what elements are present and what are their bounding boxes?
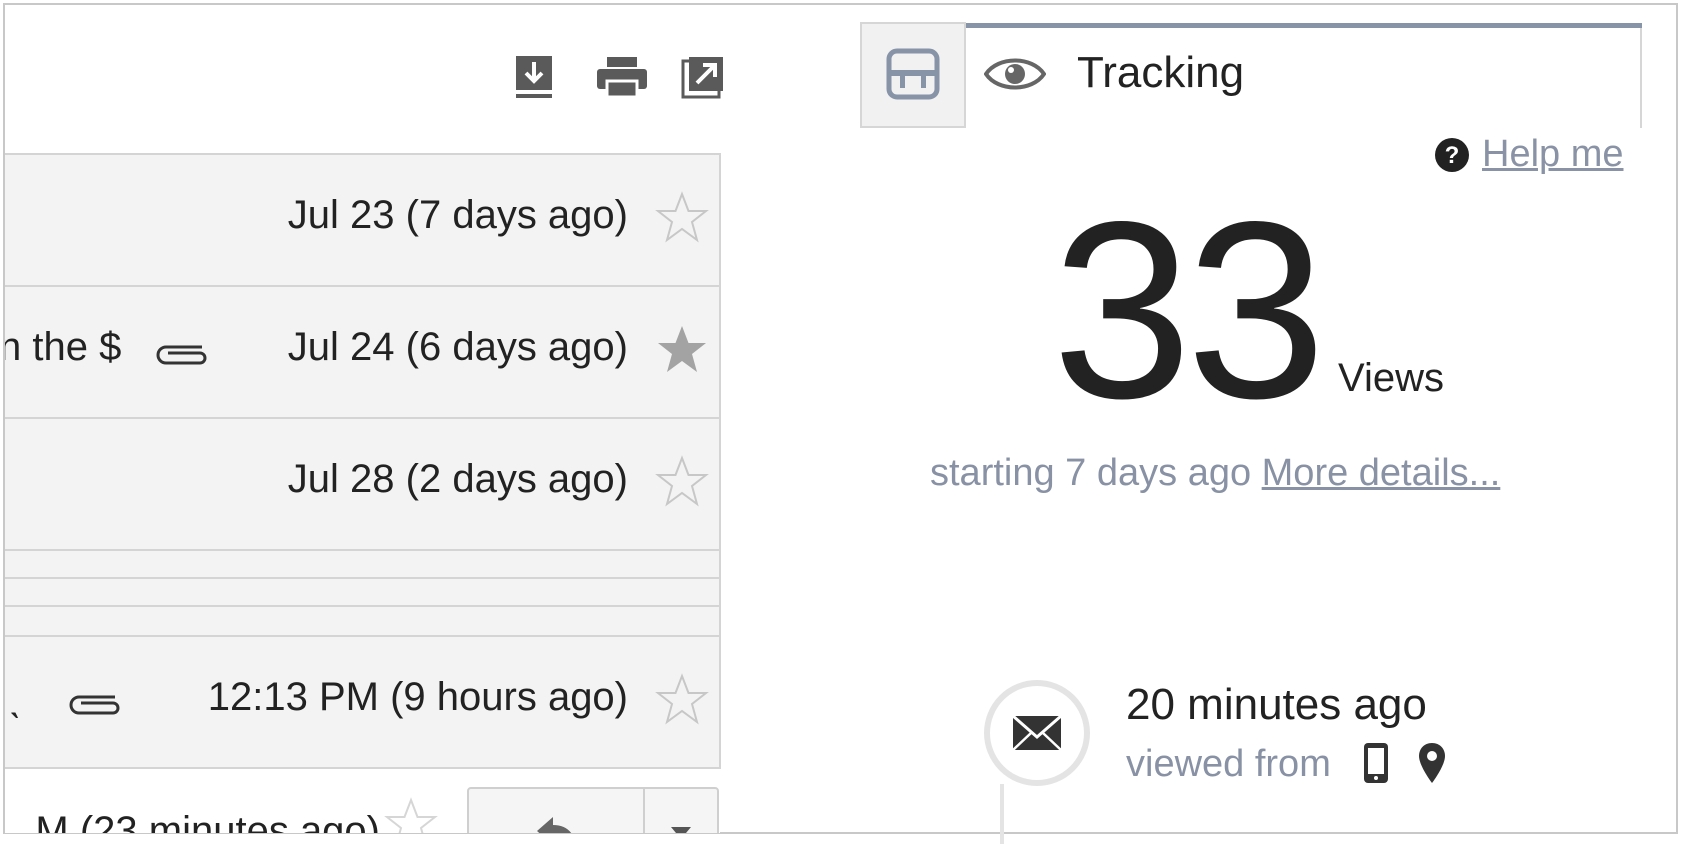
tab-tracking[interactable] — [983, 52, 1047, 101]
since-text: starting 7 days ago More details... — [930, 452, 1500, 495]
svg-text:?: ? — [1445, 142, 1460, 169]
message-row[interactable]: Jul 28 (2 days ago) — [5, 417, 720, 549]
view-count: 33 — [1052, 170, 1326, 451]
star-empty-icon[interactable] — [384, 797, 438, 833]
message-date: M (23 minutes ago) — [35, 809, 380, 833]
event-time: 20 minutes ago — [1126, 680, 1427, 729]
mobile-phone-icon — [1364, 743, 1389, 783]
envelope-icon — [1012, 715, 1062, 751]
chevron-down-icon — [671, 827, 691, 833]
streak-box-icon — [886, 48, 940, 100]
reply-button[interactable] — [469, 789, 643, 833]
since-label: starting 7 days ago — [930, 452, 1252, 494]
message-snippet: ˎ — [9, 675, 23, 719]
more-details-link[interactable]: More details... — [1262, 452, 1501, 494]
message-thread: Jul 23 (7 days ago) n the $ Jul 24 (6 da… — [5, 153, 720, 833]
message-row[interactable]: ˎ 12:13 PM (9 hours ago) — [5, 635, 720, 767]
tab-indicator — [966, 23, 1642, 28]
timeline-line — [1000, 784, 1004, 844]
paperclip-icon — [69, 695, 120, 715]
event-source: viewed from — [1126, 742, 1446, 786]
star-empty-icon[interactable] — [655, 191, 709, 245]
star-empty-icon[interactable] — [655, 455, 709, 509]
tab-border — [1640, 28, 1642, 128]
collapsed-message-row[interactable] — [5, 605, 720, 635]
more-options-dropdown[interactable] — [645, 789, 717, 833]
question-mark-icon: ? — [1435, 137, 1469, 172]
message-date: 12:13 PM (9 hours ago) — [207, 675, 628, 719]
paperclip-icon — [156, 345, 207, 365]
map-pin-icon — [1418, 743, 1445, 783]
eye-icon — [983, 58, 1047, 90]
reply-button-group — [467, 787, 719, 833]
help-link-text[interactable]: Help me — [1482, 133, 1624, 176]
message-date: Jul 28 (2 days ago) — [287, 457, 628, 501]
help-link[interactable]: ? Help me — [1434, 133, 1624, 176]
print-icon[interactable] — [594, 54, 650, 100]
open-in-new-window-icon[interactable] — [680, 54, 726, 100]
message-date: Jul 24 (6 days ago) — [287, 325, 628, 369]
message-row[interactable]: n the $ Jul 24 (6 days ago) — [5, 285, 720, 417]
reply-arrow-icon — [537, 817, 572, 833]
event-source-label: viewed from — [1126, 743, 1331, 785]
star-empty-icon[interactable] — [655, 673, 709, 727]
tab-tracking-label[interactable]: Tracking — [1077, 48, 1244, 98]
star-filled-icon[interactable] — [655, 323, 709, 377]
views-label: Views — [1338, 356, 1444, 400]
event-type-badge — [984, 680, 1090, 786]
thread-right-border — [719, 153, 721, 769]
collapsed-message-row[interactable] — [5, 549, 720, 577]
message-date: Jul 23 (7 days ago) — [287, 193, 628, 237]
collapsed-message-row[interactable] — [5, 577, 720, 605]
side-tab-streak[interactable] — [860, 22, 966, 128]
message-row[interactable]: Jul 23 (7 days ago) — [5, 153, 720, 285]
message-snippet: n the $ — [5, 325, 122, 369]
message-row-expanded[interactable]: M (23 minutes ago) — [5, 767, 720, 833]
download-icon[interactable] — [512, 54, 556, 100]
